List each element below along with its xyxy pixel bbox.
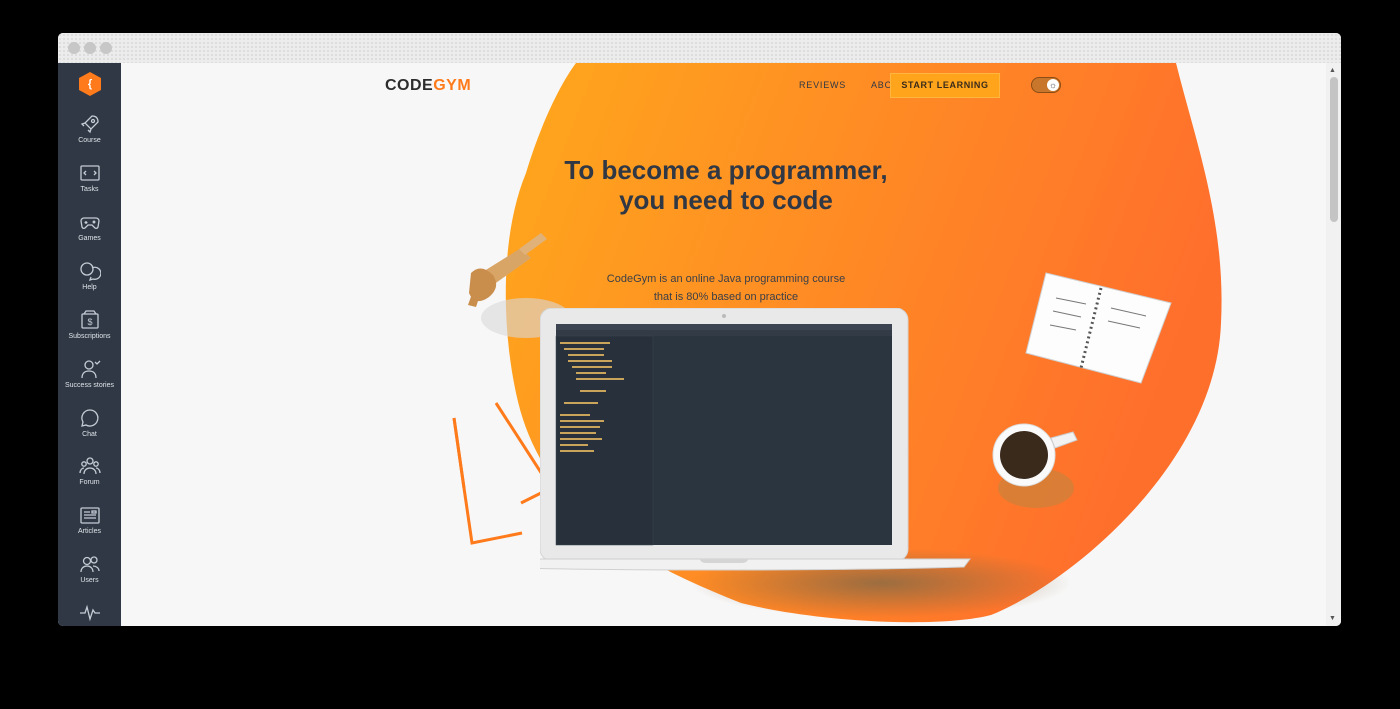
gamepad-icon xyxy=(79,217,100,229)
sidebar-item-label: Help xyxy=(82,284,97,291)
sidebar-item-forum[interactable]: Forum xyxy=(58,455,121,486)
minimize-window-button[interactable] xyxy=(84,42,96,54)
landing-page: CODEGYM REVIEWS ABOUT US START LEARNING … xyxy=(121,63,1326,626)
dollar-card-icon: $ xyxy=(80,310,99,329)
hero-title-line-2: you need to code xyxy=(619,185,833,215)
users-icon xyxy=(79,556,100,573)
newspaper-icon xyxy=(79,507,100,524)
sidebar-item-label: Chat xyxy=(82,431,97,438)
scrollbar-thumb[interactable] xyxy=(1330,77,1338,222)
hero-subtitle-line-1: CodeGym is an online Java programming co… xyxy=(606,273,846,285)
sidebar-item-activity[interactable] xyxy=(58,601,121,623)
rocket-icon xyxy=(80,115,99,134)
sidebar-item-course[interactable]: Course xyxy=(58,113,121,144)
sidebar-item-label: Subscriptions xyxy=(68,333,111,340)
sidebar-item-label: Forum xyxy=(79,479,100,486)
sidebar-item-subscriptions[interactable]: $ Subscriptions xyxy=(58,309,121,340)
hero-subtitle-line-2: that is 80% based on practice xyxy=(653,291,799,303)
svg-text:$: $ xyxy=(87,317,92,327)
sidebar-item-label: Games xyxy=(78,235,101,242)
hero-title: To become a programmer, you need to code xyxy=(501,155,951,215)
maximize-window-button[interactable] xyxy=(100,42,112,54)
sidebar-item-tasks[interactable]: Tasks xyxy=(58,162,121,193)
sidebar-item-label: Articles xyxy=(78,528,101,535)
brand-accent: GYM xyxy=(433,77,472,94)
brand-prefix: CODE xyxy=(385,77,434,94)
vertical-scrollbar[interactable]: ▲ ▼ xyxy=(1326,63,1341,626)
codegym-logo-icon[interactable]: { xyxy=(79,72,101,96)
chat-bubbles-icon xyxy=(79,262,101,282)
sidebar-item-help[interactable]: Help xyxy=(58,260,121,291)
scroll-up-arrow-icon[interactable]: ▲ xyxy=(1329,67,1336,74)
sidebar-item-label: Users xyxy=(80,577,99,584)
sidebar-item-label: Success stories xyxy=(64,382,115,389)
hero-title-line-1: To become a programmer, xyxy=(564,155,888,185)
sidebar: { Course Tasks Games Help $ Subscription… xyxy=(58,63,121,626)
sidebar-item-success-stories[interactable]: Success stories xyxy=(58,358,121,389)
start-learning-button[interactable]: START LEARNING xyxy=(890,73,1000,98)
sidebar-item-label: Course xyxy=(78,137,101,144)
sun-icon: ☼ xyxy=(1047,79,1059,91)
hero-subtitle: CodeGym is an online Java programming co… xyxy=(536,270,916,306)
codegym-brand-logo[interactable]: CODEGYM xyxy=(385,77,471,95)
title-bar xyxy=(58,33,1341,63)
sidebar-item-games[interactable]: Games xyxy=(58,211,121,242)
sidebar-item-articles[interactable]: Articles xyxy=(58,504,121,535)
scroll-down-arrow-icon[interactable]: ▼ xyxy=(1329,615,1336,622)
user-success-icon xyxy=(80,360,100,379)
close-window-button[interactable] xyxy=(68,42,80,54)
theme-toggle[interactable]: ☼ xyxy=(1031,77,1061,93)
sidebar-item-chat[interactable]: Chat xyxy=(58,407,121,438)
nav-reviews-link[interactable]: REVIEWS xyxy=(799,80,846,90)
browser-window: { Course Tasks Games Help $ Subscription… xyxy=(58,33,1341,626)
sidebar-item-label: Tasks xyxy=(80,186,99,193)
group-icon xyxy=(78,457,101,475)
chat-icon xyxy=(80,409,98,427)
laptop-illustration xyxy=(540,308,971,571)
pulse-icon xyxy=(79,604,100,622)
code-brackets-icon xyxy=(79,165,100,181)
sidebar-item-users[interactable]: Users xyxy=(58,553,121,584)
